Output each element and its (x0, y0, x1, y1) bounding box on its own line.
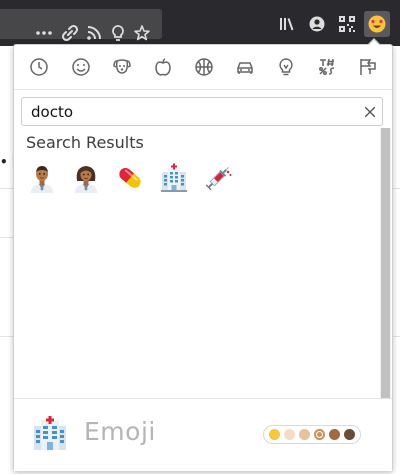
category-flags[interactable] (355, 54, 381, 80)
page-content-fragment: • F (0, 155, 14, 169)
skin-tone-medium-dark[interactable] (329, 429, 340, 440)
category-animals[interactable] (109, 54, 135, 80)
emoji-man-health-worker[interactable] (24, 160, 60, 196)
car-icon (237, 62, 253, 74)
symbols-icon (319, 58, 335, 75)
emoji-syringe[interactable] (200, 160, 236, 196)
emoji-search-box (21, 97, 383, 126)
popup-arrow-fill (368, 40, 380, 46)
category-bar (14, 45, 392, 90)
pill-icon (119, 168, 141, 188)
emoji-extension-icon (368, 15, 386, 33)
scrollbar-thumb[interactable] (381, 128, 390, 398)
rss-feed-icon[interactable] (84, 23, 104, 43)
search-results-area: Search Results (14, 128, 392, 398)
picker-title: Emoji (84, 417, 156, 446)
skin-tone-medium[interactable] (314, 429, 325, 440)
syringe-icon (205, 167, 232, 191)
skin-tone-light[interactable] (284, 429, 295, 440)
skin-tone-picker (263, 425, 361, 444)
woman-health-worker-icon (75, 166, 97, 193)
emoji-pill[interactable] (112, 160, 148, 196)
url-bar[interactable] (0, 9, 162, 42)
emoji-extension-button[interactable] (364, 11, 390, 37)
man-health-worker-icon (31, 166, 53, 193)
apple-icon (155, 58, 171, 76)
category-travel[interactable] (232, 54, 258, 80)
category-recent[interactable] (26, 54, 52, 80)
qr-code-icon[interactable] (337, 14, 357, 34)
page-divider (0, 336, 14, 337)
lightbulb-icon (279, 58, 293, 76)
basketball-icon (195, 58, 213, 76)
emoji-woman-health-worker[interactable] (68, 160, 104, 196)
picker-footer: Emoji (14, 398, 392, 471)
page-divider (0, 188, 14, 189)
emoji-search-input[interactable] (31, 101, 351, 122)
clock-icon (30, 58, 48, 76)
category-smileys[interactable] (68, 54, 94, 80)
skin-tone-default[interactable] (269, 429, 280, 440)
page-divider (0, 237, 14, 238)
category-food[interactable] (150, 54, 176, 80)
browser-toolbar (0, 0, 400, 46)
hospital-icon (32, 416, 68, 452)
emoji-hospital[interactable] (156, 160, 192, 196)
category-activities[interactable] (191, 54, 217, 80)
category-symbols[interactable] (314, 54, 340, 80)
results-title: Search Results (26, 133, 144, 152)
emoji-picker-panel: Search Results (13, 44, 393, 471)
account-icon[interactable] (307, 14, 327, 34)
clear-search-button[interactable] (362, 104, 378, 120)
library-icon[interactable] (277, 14, 297, 34)
smiley-icon (72, 58, 90, 76)
close-icon (364, 106, 376, 118)
results-scrollbar[interactable] (380, 128, 391, 398)
category-objects[interactable] (273, 54, 299, 80)
hospital-icon (161, 163, 187, 192)
more-actions-icon[interactable] (34, 23, 54, 43)
dog-icon (113, 59, 131, 74)
link-icon[interactable] (60, 23, 80, 43)
bookmark-star-icon[interactable] (132, 23, 152, 43)
lightbulb-icon[interactable] (108, 23, 128, 43)
skin-tone-dark[interactable] (344, 429, 355, 440)
flags-icon (360, 59, 376, 75)
skin-tone-medium-light[interactable] (299, 429, 310, 440)
